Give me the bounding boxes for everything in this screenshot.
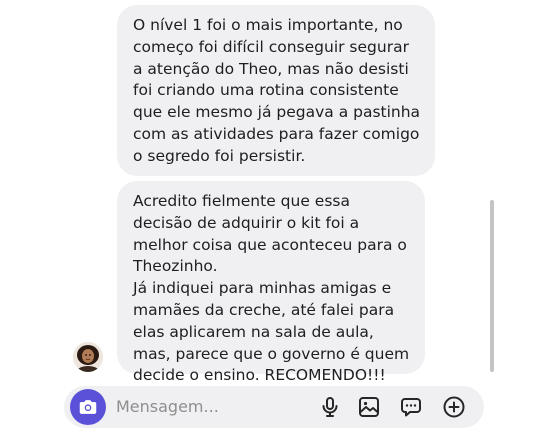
add-button[interactable] [441,394,467,420]
microphone-icon [322,397,338,417]
avatar-image [73,342,103,372]
sticker-icon [401,398,421,417]
camera-button[interactable] [70,389,106,425]
sticker-button[interactable] [398,394,424,420]
add-icon [443,396,465,418]
message-input[interactable]: Mensagem... [116,386,219,428]
voice-button[interactable] [317,394,343,420]
avatar[interactable] [73,342,103,372]
message-bubble: O nível 1 foi o mais importante, no come… [117,5,435,176]
gallery-button[interactable] [356,394,382,420]
message-bubble: Acredito fielmente que essa decisão de a… [117,181,425,384]
camera-icon [79,400,97,414]
message-composer: Mensagem... [64,386,484,428]
scrollbar[interactable] [490,200,494,372]
image-icon [359,397,379,417]
